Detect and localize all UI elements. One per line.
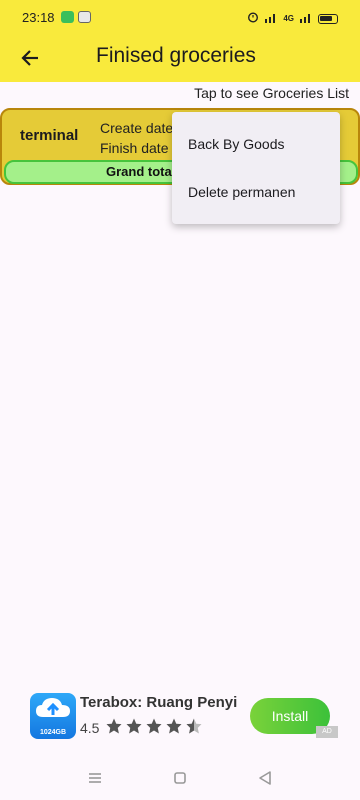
menu-item-back-by-goods[interactable]: Back By Goods: [172, 120, 340, 168]
grand-total-label: Grand total: [106, 164, 176, 179]
status-indicators: 4G: [247, 11, 338, 26]
star-icon: [146, 718, 162, 734]
popup-menu: Back By Goods Delete permanen: [172, 112, 340, 224]
triangle-back-icon: [259, 771, 271, 785]
back-nav-button[interactable]: [255, 768, 275, 788]
status-notification-icons: [61, 11, 91, 23]
ad-banner[interactable]: 1024GB Terabox: Ruang Penyi 4.5 Install …: [0, 680, 360, 750]
square-icon: [174, 772, 186, 784]
app-bar: Finised groceries: [0, 34, 360, 82]
status-time: 23:18: [22, 10, 55, 25]
star-icon: [106, 718, 122, 734]
chat-icon: [61, 11, 74, 23]
menu-item-delete-permanent[interactable]: Delete permanen: [172, 168, 340, 216]
ad-stars: [105, 717, 203, 735]
ad-app-name: Terabox: Ruang Penyi: [80, 694, 238, 711]
star-icon: [126, 718, 142, 734]
half-star-icon: [186, 718, 202, 734]
groceries-list-hint[interactable]: Tap to see Groceries List: [194, 85, 349, 101]
signal-icon: [264, 12, 278, 26]
cloud-upload-icon: [36, 698, 70, 717]
terabox-logo: 1024GB: [30, 693, 76, 739]
system-navigation-bar: [0, 756, 360, 800]
ad-badge[interactable]: AD: [316, 726, 338, 738]
menu-nav-button[interactable]: [85, 768, 105, 788]
home-nav-button[interactable]: [170, 768, 190, 788]
hamburger-icon: [89, 773, 101, 783]
page-title: Finised groceries: [96, 44, 256, 67]
logo-label: 1024GB: [39, 729, 67, 736]
star-icon: [166, 718, 182, 734]
ad-rating: 4.5: [80, 720, 100, 736]
signal-icon-2: [299, 12, 313, 26]
arrow-left-icon: [21, 50, 38, 66]
grocery-dates: Create date Finish date: [100, 118, 173, 158]
back-button[interactable]: [12, 40, 48, 76]
create-date-label: Create date: [100, 120, 174, 136]
finish-date-label: Finish date: [100, 140, 169, 156]
alarm-icon: [247, 11, 259, 26]
battery-icon: [318, 13, 338, 24]
game-icon: [78, 11, 91, 23]
grocery-name: terminal: [20, 127, 79, 144]
network-type-label: 4G: [283, 14, 294, 23]
status-bar: 23:18 4G: [0, 0, 360, 34]
